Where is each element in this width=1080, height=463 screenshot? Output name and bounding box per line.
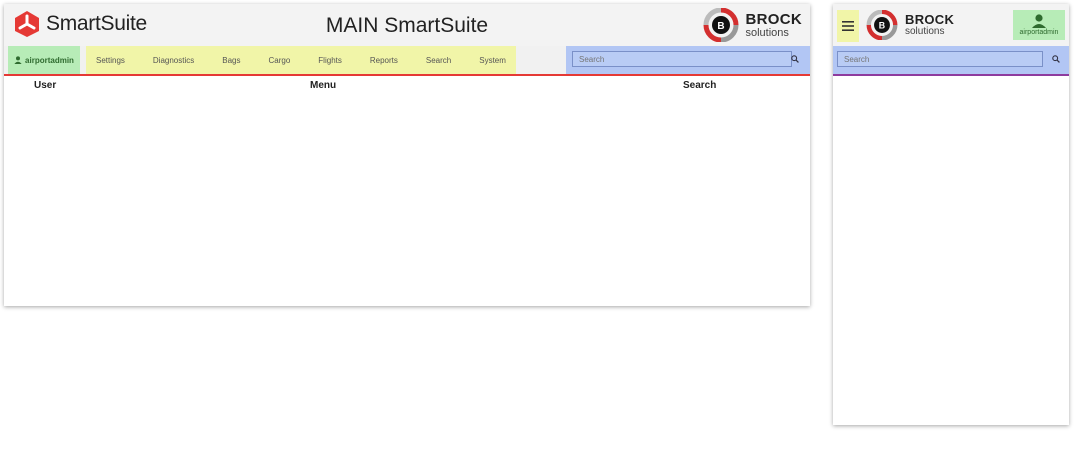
zone-label-search: Search [683, 80, 717, 91]
menu-item-reports[interactable]: Reports [366, 56, 402, 65]
user-menu-button[interactable]: airportadmin [8, 46, 80, 74]
menu-item-system[interactable]: System [475, 56, 510, 65]
brock-logo-icon: B [703, 8, 738, 42]
menu-item-diagnostics[interactable]: Diagnostics [149, 56, 198, 65]
search-input[interactable] [572, 51, 792, 67]
company-tagline: solutions [905, 26, 945, 37]
company-name: BROCK [905, 12, 955, 27]
hamburger-button[interactable] [837, 10, 859, 42]
menu-item-search[interactable]: Search [422, 56, 455, 65]
mobile-company-logo: B BROCK solutions [865, 10, 954, 40]
company-name: BROCK [745, 10, 802, 28]
search-icon [791, 55, 799, 63]
mobile-header: B BROCK solutions airportadmin [833, 4, 1069, 46]
menu-item-flights[interactable]: Flights [314, 56, 346, 65]
zone-label-user: User [34, 80, 57, 91]
username-label: airportadmin [25, 55, 74, 65]
mobile-username-label: airportadmin [1019, 29, 1059, 36]
mobile-search-button[interactable] [1049, 51, 1063, 67]
search-area [566, 46, 810, 74]
search-button[interactable] [788, 51, 802, 67]
user-icon [14, 56, 22, 64]
user-icon [1032, 14, 1046, 28]
mobile-view: B BROCK solutions airportadmin [833, 4, 1069, 425]
zone-label-menu: Menu [310, 80, 337, 91]
desktop-view: SmartSuite MAIN SmartSuite B BROCK solut… [4, 4, 810, 306]
company-logo: B BROCK solutions [702, 8, 803, 42]
header: SmartSuite MAIN SmartSuite B BROCK solut… [4, 4, 810, 46]
hamburger-icon [842, 21, 854, 31]
brock-badge-letter: B [879, 21, 885, 31]
company-tagline: solutions [745, 26, 789, 39]
search-icon [1052, 55, 1060, 63]
main-menu: Settings Diagnostics Bags Cargo Flights … [86, 46, 516, 74]
menu-item-cargo[interactable]: Cargo [265, 56, 295, 65]
brock-badge-letter: B [717, 21, 724, 32]
page-title: MAIN SmartSuite [325, 14, 489, 37]
navbar: airportadmin Settings Diagnostics Bags C… [4, 46, 810, 76]
mobile-search-input[interactable] [837, 51, 1043, 67]
menu-item-settings[interactable]: Settings [92, 56, 129, 65]
mobile-user-button[interactable]: airportadmin [1013, 10, 1065, 40]
mobile-search-area [833, 46, 1069, 76]
menu-item-bags[interactable]: Bags [218, 56, 244, 65]
brock-logo-icon: B [866, 10, 898, 40]
